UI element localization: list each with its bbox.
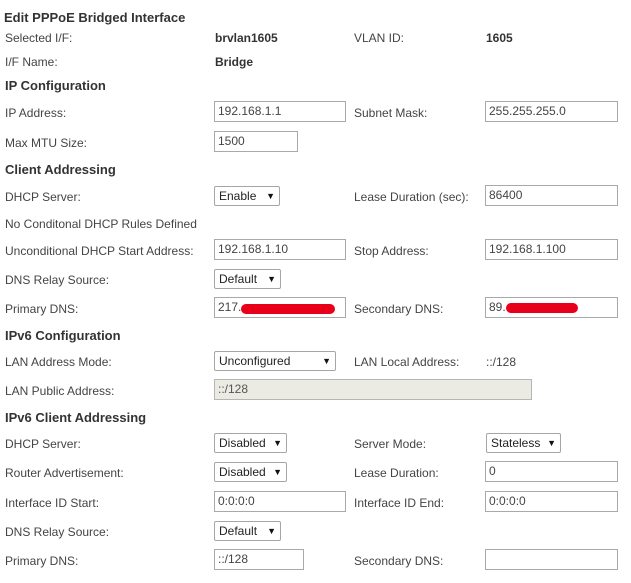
lan-local-address-value: ::/128 xyxy=(486,355,517,369)
chevron-down-icon: ▼ xyxy=(322,356,331,366)
router-advertisement-label: Router Advertisement: xyxy=(5,466,124,480)
dhcp-start-address-input[interactable]: 192.168.1.10 xyxy=(214,239,346,260)
subnet-mask-label: Subnet Mask: xyxy=(354,106,428,120)
ipv6-secondary-dns-label: Secondary DNS: xyxy=(354,554,444,568)
vlan-id-value: 1605 xyxy=(486,31,513,45)
dhcp-server-selected: Enable xyxy=(219,189,257,203)
if-name-label: I/F Name: xyxy=(5,55,58,69)
chevron-down-icon: ▼ xyxy=(273,467,282,477)
router-advertisement-select[interactable]: Disabled ▼ xyxy=(214,462,287,482)
chevron-down-icon: ▼ xyxy=(267,526,276,536)
selected-if-label: Selected I/F: xyxy=(5,31,73,45)
ip-config-heading: IP Configuration xyxy=(5,78,106,93)
chevron-down-icon: ▼ xyxy=(267,274,276,284)
ipv6-dns-relay-source-select[interactable]: Default ▼ xyxy=(214,521,281,541)
client-addressing-heading: Client Addressing xyxy=(5,162,116,177)
chevron-down-icon: ▼ xyxy=(547,438,556,448)
primary-dns-label: Primary DNS: xyxy=(5,302,79,316)
lan-address-mode-select[interactable]: Unconfigured ▼ xyxy=(214,351,336,371)
ipv6-primary-dns-input[interactable]: ::/128 xyxy=(214,549,304,570)
selected-if-value: brvlan1605 xyxy=(215,31,278,45)
ipv6-lease-duration-label: Lease Duration: xyxy=(354,466,439,480)
ipv6-dns-relay-source-label: DNS Relay Source: xyxy=(5,525,110,539)
dns-relay-source-select[interactable]: Default ▼ xyxy=(214,269,281,289)
ipv6-dns-relay-source-selected: Default xyxy=(219,524,258,538)
stop-address-input[interactable]: 192.168.1.100 xyxy=(485,239,618,260)
lan-public-address-input[interactable]: ::/128 xyxy=(214,379,532,400)
interface-id-end-label: Interface ID End: xyxy=(354,496,445,510)
lan-address-mode-selected: Unconfigured xyxy=(219,354,291,368)
if-name-value: Bridge xyxy=(215,55,254,69)
lease-duration-input[interactable]: 86400 xyxy=(485,185,618,206)
no-dhcp-rules-text: No Conditonal DHCP Rules Defined xyxy=(5,217,197,231)
interface-id-start-label: Interface ID Start: xyxy=(5,496,100,510)
mtu-label: Max MTU Size: xyxy=(5,136,88,150)
server-mode-label: Server Mode: xyxy=(354,437,427,451)
stop-address-label: Stop Address: xyxy=(354,244,429,258)
lan-address-mode-label: LAN Address Mode: xyxy=(5,355,112,369)
page-title: Edit PPPoE Bridged Interface xyxy=(4,10,186,25)
lease-duration-label: Lease Duration (sec): xyxy=(354,190,469,204)
subnet-mask-input[interactable]: 255.255.255.0 xyxy=(485,101,618,122)
redaction-mark xyxy=(506,303,578,313)
primary-dns-value: 217. xyxy=(218,300,242,314)
ipv6-dhcp-server-select[interactable]: Disabled ▼ xyxy=(214,433,287,453)
dns-relay-source-label: DNS Relay Source: xyxy=(5,273,110,287)
lan-public-address-label: LAN Public Address: xyxy=(5,384,115,398)
redaction-mark xyxy=(241,304,335,314)
ipv6-lease-duration-input[interactable]: 0 xyxy=(485,461,618,482)
interface-id-start-input[interactable]: 0:0:0:0 xyxy=(214,491,346,512)
ipv6-dhcp-server-selected: Disabled xyxy=(219,436,266,450)
router-advertisement-selected: Disabled xyxy=(219,465,266,479)
server-mode-selected: Stateless xyxy=(491,436,541,450)
chevron-down-icon: ▼ xyxy=(273,438,282,448)
ip-address-label: IP Address: xyxy=(5,106,67,120)
chevron-down-icon: ▼ xyxy=(266,191,275,201)
server-mode-select[interactable]: Stateless ▼ xyxy=(486,433,561,453)
interface-id-end-input[interactable]: 0:0:0:0 xyxy=(485,491,618,512)
ip-address-input[interactable]: 192.168.1.1 xyxy=(214,101,346,122)
ipv6-primary-dns-label: Primary DNS: xyxy=(5,554,79,568)
dhcp-server-label: DHCP Server: xyxy=(5,190,81,204)
dns-relay-source-selected: Default xyxy=(219,272,258,286)
ipv6-dhcp-server-label: DHCP Server: xyxy=(5,437,81,451)
lan-local-address-label: LAN Local Address: xyxy=(354,355,460,369)
dhcp-server-select[interactable]: Enable ▼ xyxy=(214,186,280,206)
mtu-input[interactable]: 1500 xyxy=(214,131,298,152)
ipv6-secondary-dns-input[interactable] xyxy=(485,549,618,570)
vlan-id-label: VLAN ID: xyxy=(354,31,405,45)
secondary-dns-label: Secondary DNS: xyxy=(354,302,444,316)
secondary-dns-value: 89. xyxy=(489,300,506,314)
ipv6-config-heading: IPv6 Configuration xyxy=(5,328,121,343)
dhcp-start-address-label: Unconditional DHCP Start Address: xyxy=(5,244,194,258)
ipv6-client-addressing-heading: IPv6 Client Addressing xyxy=(5,410,147,425)
